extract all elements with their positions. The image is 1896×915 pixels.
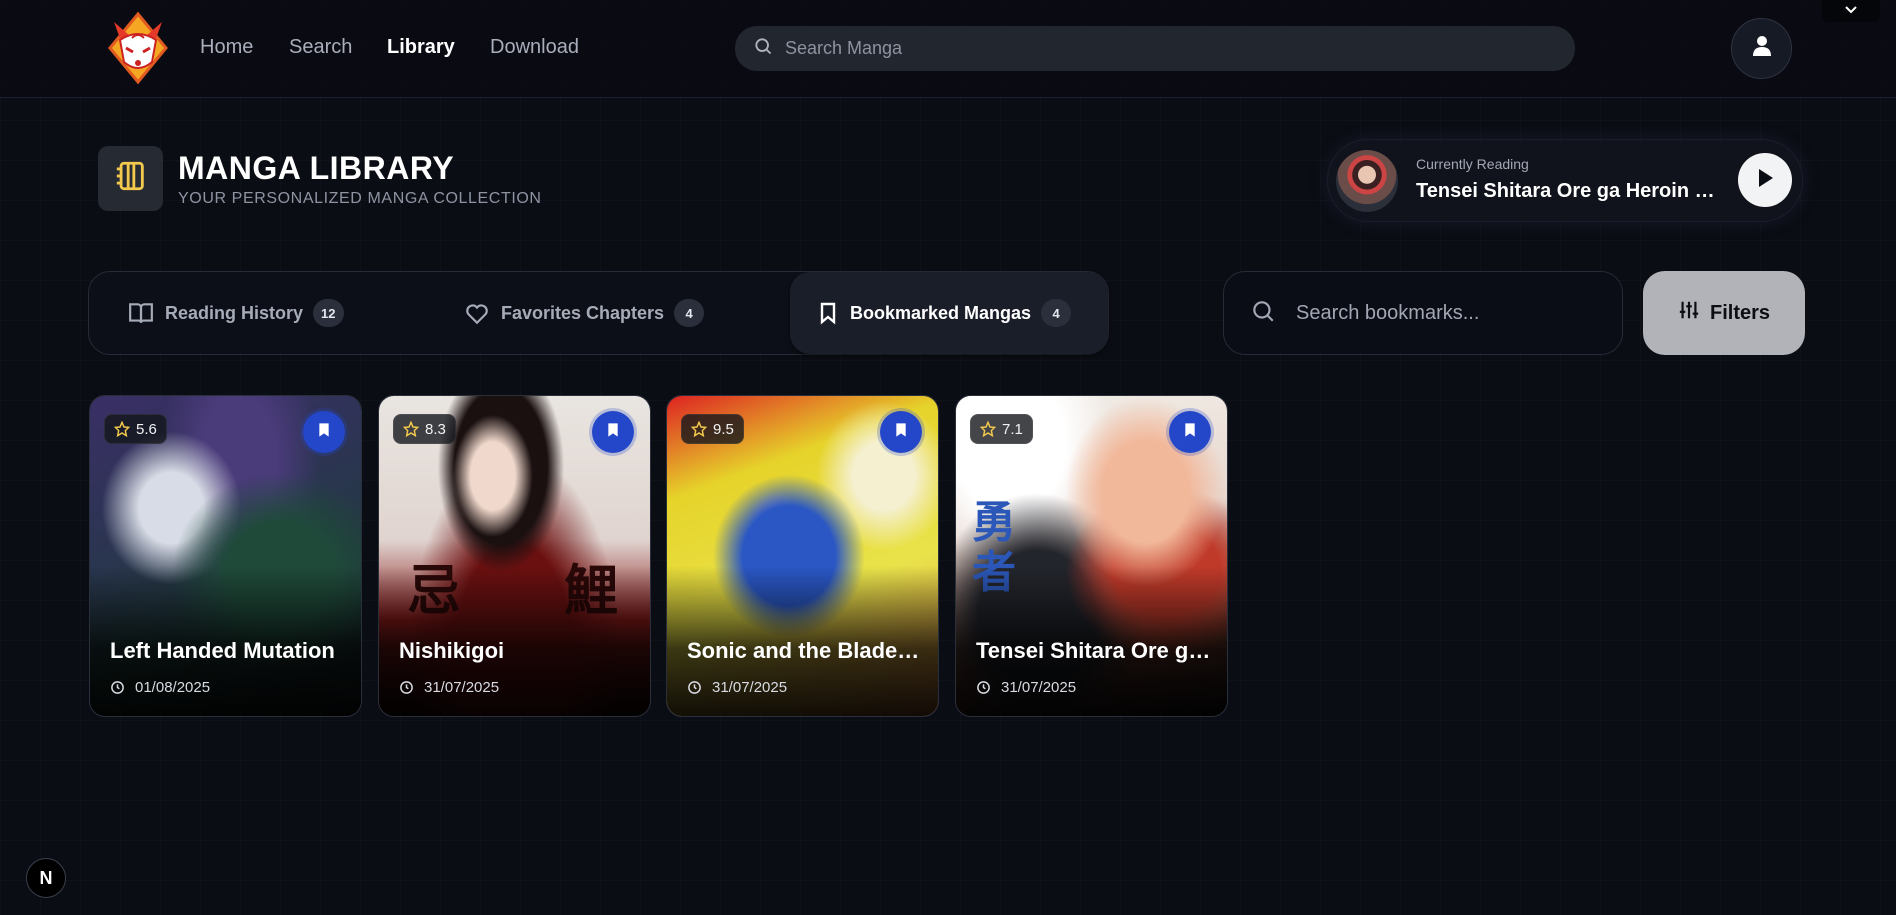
manga-title: Nishikigoi <box>399 638 505 663</box>
bookmark-toggle-button[interactable] <box>880 411 922 453</box>
tab-count-badge: 4 <box>674 299 705 327</box>
kitsune-mask-logo[interactable] <box>100 10 176 86</box>
chevron-down-icon <box>1843 2 1859 20</box>
filters-label: Filters <box>1709 301 1771 324</box>
currently-reading-cover <box>1336 150 1398 212</box>
user-icon <box>1750 34 1774 63</box>
rating-badge: 7.1 <box>970 414 1033 444</box>
bookmark-date: 31/07/2025 <box>976 679 1076 696</box>
manga-card[interactable]: 9.5 Sonic and the Blade of the Hero 31/0… <box>666 395 939 717</box>
top-search-input[interactable] <box>785 38 1545 59</box>
bookmark-toggle-button[interactable] <box>592 411 634 453</box>
dev-tools-badge[interactable]: N <box>26 858 66 898</box>
clock-icon <box>687 680 702 695</box>
rating-value: 9.5 <box>713 420 734 438</box>
sliders-icon <box>1678 299 1700 327</box>
filters-button[interactable]: Filters <box>1643 271 1805 355</box>
rating-value: 5.6 <box>136 420 157 438</box>
clock-icon <box>399 680 414 695</box>
star-icon <box>403 421 419 437</box>
book-open-icon <box>127 300 155 326</box>
rating-value: 8.3 <box>425 420 446 438</box>
bookmark-icon <box>816 300 840 326</box>
search-icon <box>1250 298 1276 329</box>
bookmark-toggle-button[interactable] <box>303 411 345 453</box>
manga-title: Left Handed Mutation <box>110 638 335 663</box>
play-icon <box>1755 167 1775 194</box>
library-tabs: Reading History 12 Favorites Chapters 4 … <box>88 271 1109 355</box>
search-icon <box>753 36 773 61</box>
tab-label: Favorites Chapters <box>501 302 665 323</box>
tab-bookmarked-mangas[interactable]: Bookmarked Mangas 4 <box>790 272 1108 354</box>
nav-home-link[interactable]: Home <box>200 36 253 59</box>
clock-icon <box>976 680 991 695</box>
collapse-toggle-button[interactable] <box>1822 0 1880 22</box>
bookmark-search-input[interactable] <box>1296 301 1616 325</box>
tab-count-badge: 12 <box>313 299 344 327</box>
tab-favorites-chapters[interactable]: Favorites Chapters 4 <box>463 272 705 354</box>
nav-library-link[interactable]: Library <box>387 36 455 59</box>
top-search-bar[interactable] <box>735 26 1575 71</box>
user-profile-button[interactable] <box>1731 18 1792 79</box>
tab-count-badge: 4 <box>1041 299 1072 327</box>
bookmark-toggle-button[interactable] <box>1169 411 1211 453</box>
bookmark-icon <box>605 421 621 444</box>
bookmark-date: 31/07/2025 <box>687 679 787 696</box>
manga-card[interactable]: 勇 者 7.1 Tensei Shitara Ore ga Heroin de … <box>955 395 1228 717</box>
page-title: MANGA LIBRARY <box>178 150 455 186</box>
heart-icon <box>463 300 491 326</box>
tab-label: Reading History <box>165 302 304 323</box>
page-subtitle: YOUR PERSONALIZED MANGA COLLECTION <box>178 190 542 207</box>
currently-reading-card[interactable]: Currently Reading Tensei Shitara Ore ga … <box>1328 140 1802 221</box>
nav-search-link[interactable]: Search <box>289 36 352 59</box>
currently-reading-label: Currently Reading <box>1416 156 1529 172</box>
bookmark-date: 01/08/2025 <box>110 679 210 696</box>
resume-reading-button[interactable] <box>1738 153 1792 207</box>
top-navigation-bar: Home Search Library Download <box>0 0 1896 98</box>
star-icon <box>114 421 130 437</box>
manga-card[interactable]: 5.6 Left Handed Mutation 01/08/2025 <box>89 395 362 717</box>
notebook-icon <box>114 159 148 198</box>
bookmark-icon <box>893 421 909 444</box>
manga-title: Sonic and the Blade of the Hero <box>687 638 925 663</box>
manga-card[interactable]: 忌 鯉 8.3 Nishikigoi 31/07/2025 <box>378 395 651 717</box>
date-value: 31/07/2025 <box>712 679 788 696</box>
rating-badge: 8.3 <box>393 414 456 444</box>
rating-badge: 5.6 <box>104 414 167 444</box>
library-header-icon-box <box>98 146 163 211</box>
rating-badge: 9.5 <box>681 414 744 444</box>
manga-title: Tensei Shitara Ore ga Heroin de Yuusha d… <box>976 638 1214 663</box>
star-icon <box>691 421 707 437</box>
bookmark-icon <box>1182 421 1198 444</box>
date-value: 31/07/2025 <box>1001 679 1077 696</box>
clock-icon <box>110 680 125 695</box>
date-value: 31/07/2025 <box>424 679 500 696</box>
rating-value: 7.1 <box>1002 420 1023 438</box>
bookmark-icon <box>316 421 332 444</box>
bookmark-date: 31/07/2025 <box>399 679 499 696</box>
tab-label: Bookmarked Mangas <box>850 302 1032 323</box>
star-icon <box>980 421 996 437</box>
date-value: 01/08/2025 <box>135 679 211 696</box>
nav-download-link[interactable]: Download <box>490 36 579 59</box>
bookmark-search-bar[interactable] <box>1223 271 1623 355</box>
currently-reading-title: Tensei Shitara Ore ga Heroin to Shite Yu… <box>1416 180 1716 202</box>
tab-reading-history[interactable]: Reading History 12 <box>127 272 344 354</box>
